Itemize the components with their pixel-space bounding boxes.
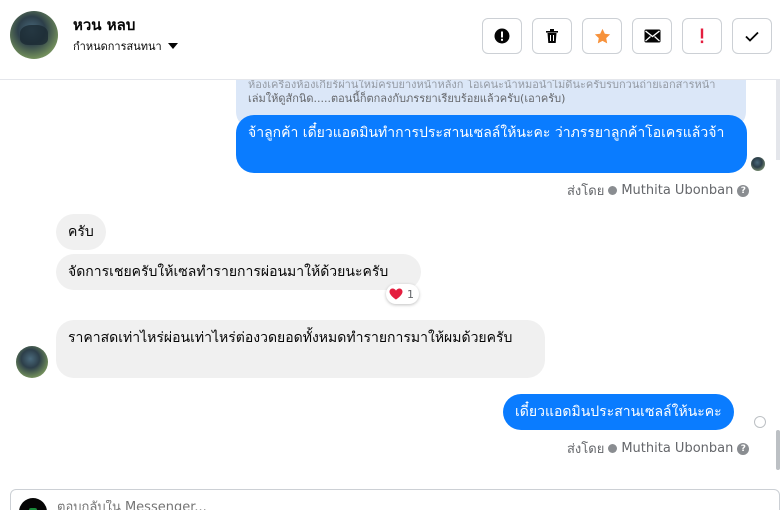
mark-done-button[interactable]: [732, 18, 772, 54]
sent-by-info: ส่งโดย Muthita Ubonban ?: [567, 180, 750, 201]
delivered-icon: [754, 416, 766, 428]
sent-by-label: ส่งโดย: [567, 442, 605, 457]
sent-by-label: ส่งโดย: [567, 184, 605, 199]
report-button[interactable]: [482, 18, 522, 54]
sender-name: Muthita Ubonban: [621, 441, 734, 456]
contact-avatar[interactable]: [10, 11, 58, 59]
incoming-message[interactable]: ครับ: [56, 214, 106, 250]
conversation-assign-dropdown[interactable]: กำหนดการสนทนา: [73, 37, 178, 55]
message-thread[interactable]: ห้องเครื่องห้องเกียร์ผ่านใหม่ครบยางหน้าห…: [0, 80, 780, 485]
incoming-message[interactable]: ราคาสดเท่าไหร่ผ่อนเท่าไหร่ต่องวดยอดทั้งห…: [56, 320, 545, 378]
incoming-message[interactable]: จัดการเชยครับให้เซลทำรายการผ่อนมาให้ด้วย…: [56, 254, 421, 290]
help-icon[interactable]: ?: [737, 184, 750, 197]
page-avatar: [19, 498, 47, 510]
outgoing-message[interactable]: เดี๋ยวแอดมินประสานเซลล์ให้นะคะ: [503, 394, 734, 430]
help-icon[interactable]: ?: [737, 442, 750, 455]
reply-input[interactable]: [57, 500, 357, 510]
trash-icon: [546, 29, 558, 43]
caret-down-icon: [167, 43, 178, 49]
scrollbar-track[interactable]: [776, 80, 780, 160]
toolbar: [482, 18, 772, 54]
agent-icon: [608, 444, 618, 453]
exclamation-icon: [700, 28, 704, 44]
sent-by-info: ส่งโดย Muthita Ubonban ?: [567, 438, 750, 459]
delete-button[interactable]: [532, 18, 572, 54]
star-button[interactable]: [582, 18, 622, 54]
quoted-text-line: ห้องเครื่องห้องเกียร์ผ่านใหม่ครบยางหน้าห…: [248, 80, 716, 91]
heart-icon: [389, 288, 403, 300]
message-reaction[interactable]: 1: [386, 284, 419, 304]
seen-avatar: [751, 157, 765, 171]
agent-icon: [608, 186, 618, 195]
star-icon: [594, 28, 610, 43]
contact-name[interactable]: หวน หลบ: [73, 13, 135, 37]
sender-name: Muthita Ubonban: [621, 183, 734, 198]
reaction-count: 1: [407, 287, 414, 301]
spam-button[interactable]: [682, 18, 722, 54]
check-icon: [745, 31, 759, 42]
reply-composer[interactable]: [10, 489, 780, 510]
conversation-header: หวน หลบ กำหนดการสนทนา: [0, 0, 780, 80]
envelope-icon: [644, 29, 660, 43]
contact-avatar-small: [16, 346, 48, 378]
alert-circle-icon: [494, 28, 510, 44]
quoted-text-line: เล่มให้ดูสักนิด.....ตอนนี้ก็ตกลงกับภรรยา…: [248, 92, 566, 105]
mark-unread-button[interactable]: [632, 18, 672, 54]
scrollbar-thumb[interactable]: [776, 430, 780, 470]
assign-label: กำหนดการสนทนา: [73, 40, 162, 53]
outgoing-message[interactable]: จ้าลูกค้า เดี๋ยวแอดมินทำการประสานเซลล์ให…: [236, 115, 747, 173]
